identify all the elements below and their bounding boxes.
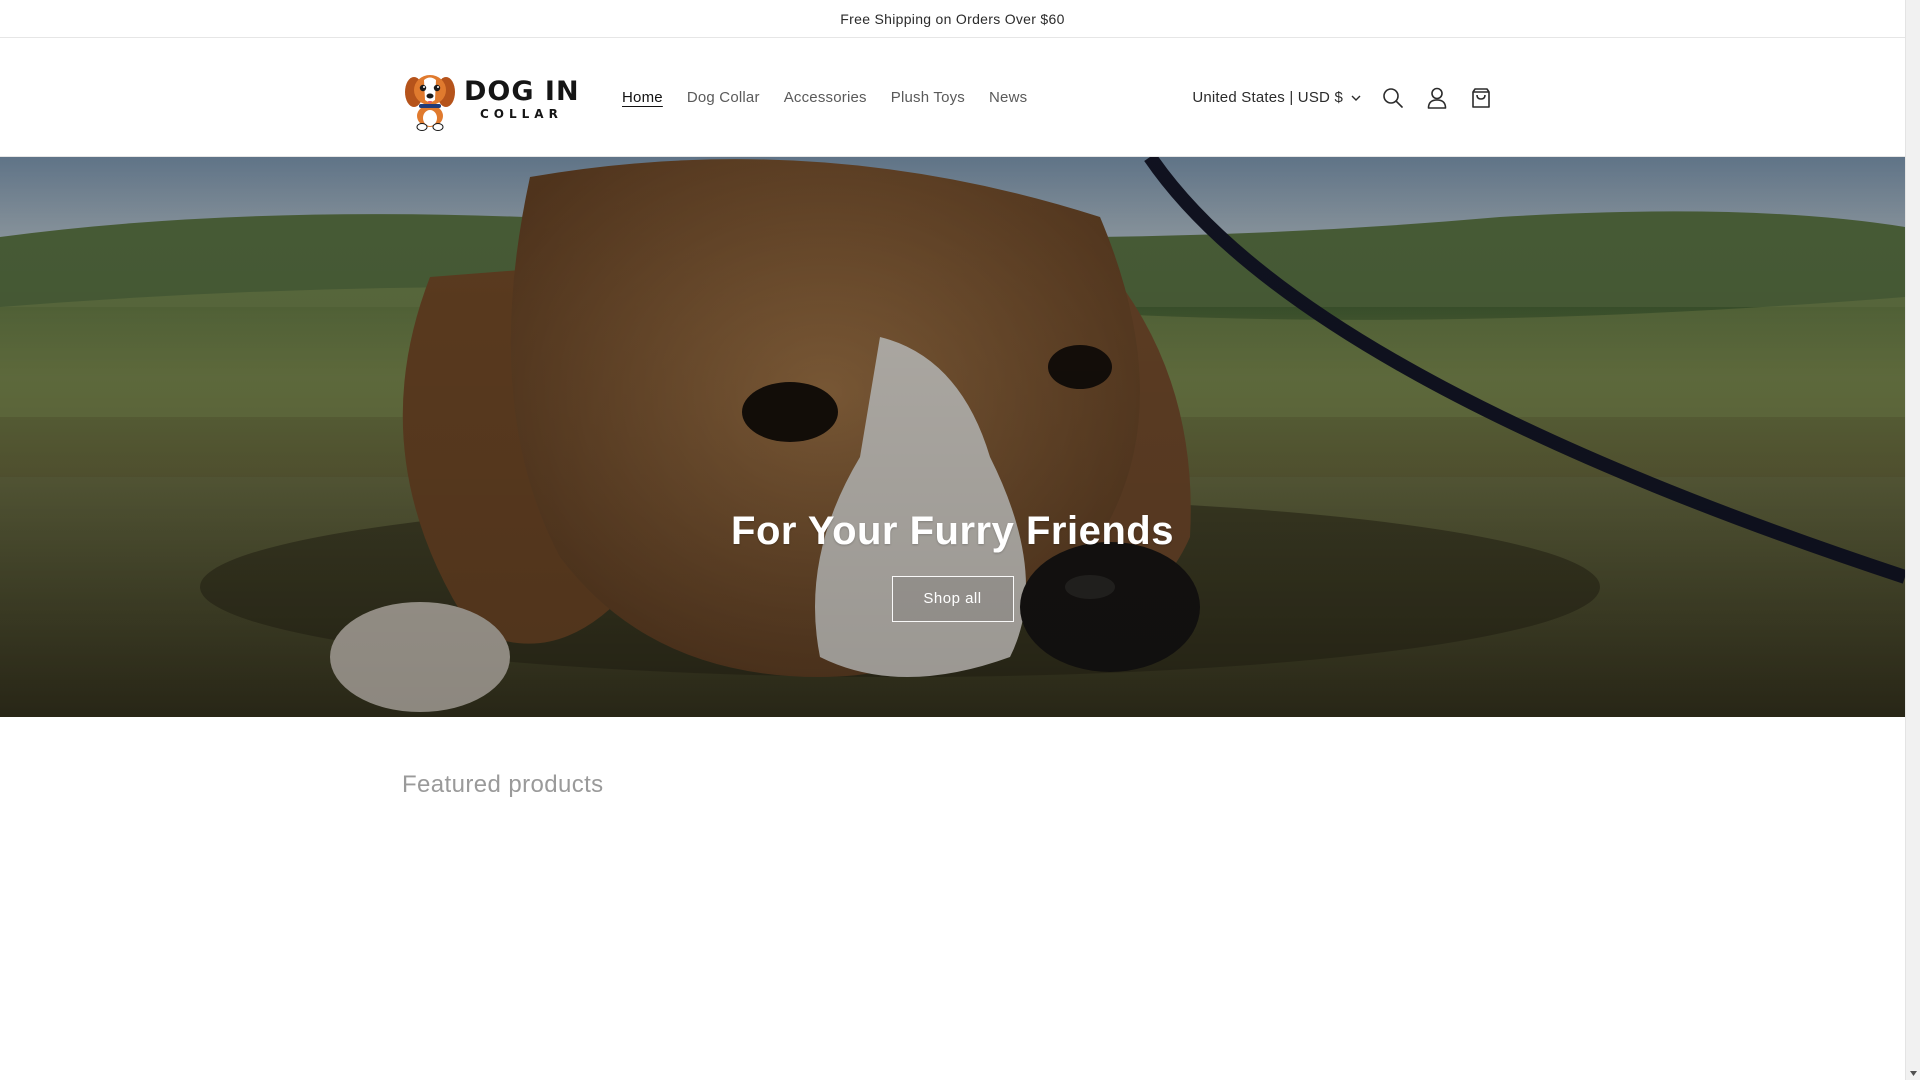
shop-all-button[interactable]: Shop all [891, 576, 1014, 622]
main-nav: Home Dog Collar Accessories Plush Toys N… [610, 38, 1039, 157]
cart-button[interactable] [1459, 76, 1503, 120]
storefront-page: Free Shipping on Orders Over $60 DOG IN … [0, 0, 1905, 1080]
site-header: DOG IN COLLAR Home Dog Collar Accessorie… [0, 38, 1905, 157]
scroll-down-arrow-icon[interactable] [1909, 1069, 1918, 1078]
announcement-text: Free Shipping on Orders Over $60 [840, 10, 1065, 27]
logo-line2: COLLAR [480, 107, 563, 121]
page-scrollbar[interactable] [1905, 0, 1920, 1080]
nav-dog-collar[interactable]: Dog Collar [675, 89, 772, 106]
header-utilities: United States | USD $ [1192, 38, 1503, 157]
dog-mascot-icon [405, 75, 455, 131]
nav-plush-toys[interactable]: Plush Toys [879, 89, 977, 106]
nav-news[interactable]: News [977, 89, 1039, 106]
search-button[interactable] [1371, 76, 1415, 120]
announcement-bar: Free Shipping on Orders Over $60 [0, 0, 1905, 38]
logo[interactable]: DOG IN COLLAR [402, 66, 582, 132]
hero-title: For Your Furry Friends [731, 509, 1174, 553]
country-currency-selector[interactable]: United States | USD $ [1192, 89, 1361, 106]
hero-banner: For Your Furry Friends Shop all [0, 157, 1905, 717]
chevron-down-icon [1351, 95, 1361, 101]
account-button[interactable] [1415, 76, 1459, 120]
locale-label: United States | USD $ [1192, 89, 1343, 106]
logo-wordmark: DOG IN COLLAR [464, 78, 580, 120]
nav-home[interactable]: Home [610, 89, 675, 106]
scrollbar-thumb[interactable] [1909, 16, 1917, 1056]
search-icon [1383, 87, 1403, 108]
featured-products-title: Featured products [402, 771, 604, 798]
cart-icon [1472, 87, 1490, 108]
nav-accessories[interactable]: Accessories [772, 89, 879, 106]
hero-image-beagle [0, 157, 1905, 717]
logo-line1: DOG IN [464, 76, 580, 107]
account-icon [1427, 87, 1447, 109]
hero-content: For Your Furry Friends Shop all [0, 509, 1905, 622]
featured-products-section: Featured products [0, 717, 1905, 1080]
